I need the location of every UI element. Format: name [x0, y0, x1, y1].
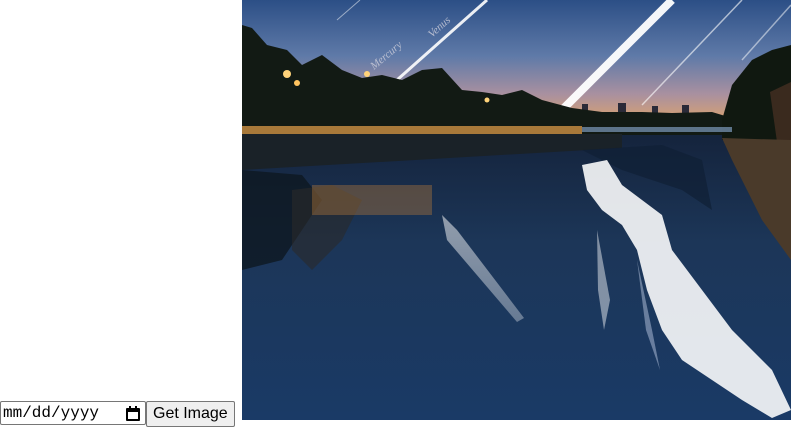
page: Mercury Venus mm/dd/yyyy Get Image [0, 0, 791, 445]
date-input[interactable]: mm/dd/yyyy [0, 401, 146, 425]
date-placeholder: mm/dd/yyyy [3, 404, 100, 422]
date-form: mm/dd/yyyy Get Image [0, 401, 235, 427]
calendar-icon[interactable] [126, 405, 140, 421]
get-image-button[interactable]: Get Image [146, 401, 235, 427]
apod-image: Mercury Venus [242, 0, 791, 420]
